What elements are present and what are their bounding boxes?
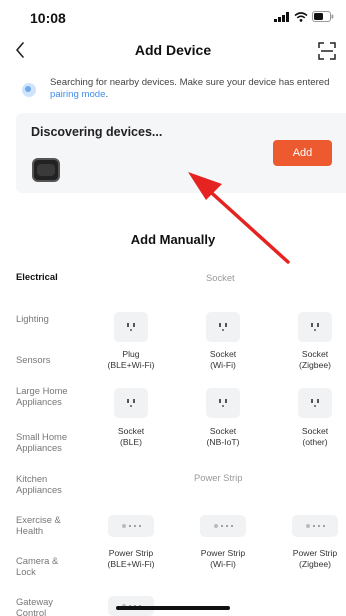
add-manually-title: Add Manually <box>130 232 216 247</box>
power-strip-icon <box>298 522 332 530</box>
category-sensors[interactable]: Sensors <box>16 354 50 366</box>
category-electrical[interactable]: Electrical <box>16 271 58 283</box>
device-subtype: (Wi-Fi) <box>210 558 236 569</box>
home-indicator[interactable] <box>116 606 230 610</box>
section-power-strip: Power Strip <box>194 472 243 483</box>
device-name: Socket <box>209 349 237 359</box>
device-name: Power Strip <box>292 548 338 558</box>
device-label: Socket (other) <box>275 426 346 447</box>
device-tile-power-strip-ble-wifi[interactable] <box>108 515 154 537</box>
device-name: Plug <box>122 349 140 359</box>
search-message-text: Searching for nearby devices. Make sure … <box>50 77 330 88</box>
status-time: 10:08 <box>30 10 66 26</box>
device-label: Socket (Zigbee) <box>275 349 346 370</box>
device-label: Socket (Wi-Fi) <box>183 349 263 370</box>
search-message-suffix: . <box>105 89 109 100</box>
battery-icon <box>312 11 334 22</box>
socket-icon <box>217 398 229 408</box>
page-title: Add Device <box>134 42 212 58</box>
device-subtype: (BLE+Wi-Fi) <box>107 359 155 370</box>
device-tile-socket-other[interactable] <box>298 388 332 418</box>
device-subtype: (Zigbee) <box>299 359 331 370</box>
status-icons <box>274 11 334 22</box>
socket-icon <box>125 398 137 408</box>
device-subtype: (other) <box>302 436 328 447</box>
status-bar: 10:08 <box>0 0 346 36</box>
device-label: Plug (BLE+Wi-Fi) <box>91 349 171 370</box>
section-socket: Socket <box>206 272 235 283</box>
search-message: Searching for nearby devices. Make sure … <box>50 77 340 101</box>
device-label: Socket (BLE) <box>91 426 171 447</box>
searching-pulse-icon <box>22 83 36 97</box>
nav-bar: Add Device <box>0 36 346 66</box>
device-name: Power Strip <box>200 548 246 558</box>
device-tile-plug-ble-wifi[interactable] <box>114 312 148 342</box>
device-label: Power Strip (Wi-Fi) <box>183 548 263 569</box>
device-name: Power Strip <box>108 548 154 558</box>
pairing-mode-link[interactable]: pairing mode <box>50 89 105 100</box>
power-strip-icon <box>206 522 240 530</box>
device-label: Socket (NB-IoT) <box>183 426 263 447</box>
device-tile-socket-nbiot[interactable] <box>206 388 240 418</box>
device-label: Power Strip (Zigbee) <box>275 548 346 569</box>
device-name: Socket <box>301 349 329 359</box>
device-name: Socket <box>117 426 145 436</box>
category-exercise-health[interactable]: Exercise & Health <box>16 514 76 536</box>
cellular-signal-icon <box>274 11 289 22</box>
category-lighting[interactable]: Lighting <box>16 313 49 325</box>
device-label: Power Strip (BLE+Wi-Fi) <box>91 548 171 569</box>
device-name: Socket <box>301 426 329 436</box>
socket-icon <box>125 322 137 332</box>
category-large-home-appliances[interactable]: Large Home Appliances <box>16 385 80 407</box>
annotation-arrow-icon <box>188 172 290 264</box>
power-strip-icon <box>114 522 148 530</box>
discovery-title: Discovering devices... <box>31 125 163 139</box>
device-subtype: (BLE+Wi-Fi) <box>107 558 155 569</box>
device-tile-power-strip-wifi[interactable] <box>200 515 246 537</box>
device-tile-socket-zigbee[interactable] <box>298 312 332 342</box>
socket-icon <box>217 322 229 332</box>
category-kitchen-appliances[interactable]: Kitchen Appliances <box>16 473 80 495</box>
device-tile-socket-wifi[interactable] <box>206 312 240 342</box>
device-tile-socket-ble[interactable] <box>114 388 148 418</box>
device-subtype: (Zigbee) <box>299 558 331 569</box>
device-subtype: (NB-IoT) <box>206 436 240 447</box>
scan-icon <box>318 42 336 60</box>
socket-icon <box>309 322 321 332</box>
device-subtype: (Wi-Fi) <box>210 359 236 370</box>
socket-icon <box>309 398 321 408</box>
discovered-device-icon[interactable] <box>32 158 60 182</box>
device-subtype: (BLE) <box>120 436 142 447</box>
device-name: Socket <box>209 426 237 436</box>
device-tile-power-strip-zigbee[interactable] <box>292 515 338 537</box>
category-camera-lock[interactable]: Camera & Lock <box>16 555 72 577</box>
wifi-icon <box>294 11 308 22</box>
scan-button[interactable] <box>314 38 340 64</box>
category-gateway-control[interactable]: Gateway Control <box>16 596 72 616</box>
category-small-home-appliances[interactable]: Small Home Appliances <box>16 431 86 453</box>
search-notice: Searching for nearby devices. Make sure … <box>18 77 338 103</box>
